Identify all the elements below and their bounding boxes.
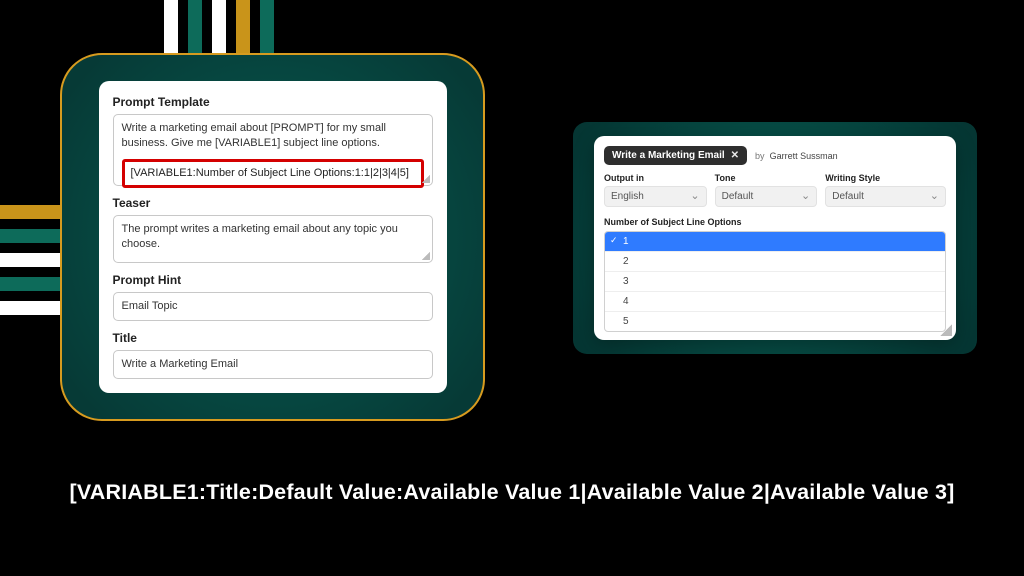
byline-prefix: by bbox=[755, 151, 765, 161]
tone-value: Default bbox=[722, 191, 754, 202]
prompt-runner-panel: Write a Marketing Email ✕ by Garrett Sus… bbox=[594, 136, 956, 340]
tone-label: Tone bbox=[715, 173, 818, 183]
teaser-text: The prompt writes a marketing email abou… bbox=[122, 223, 398, 250]
teaser-textarea[interactable]: The prompt writes a marketing email abou… bbox=[113, 215, 433, 263]
prompt-editor-panel: Prompt Template Write a marketing email … bbox=[99, 81, 447, 393]
prompt-editor-card: Prompt Template Write a marketing email … bbox=[60, 53, 485, 421]
output-in-label: Output in bbox=[604, 173, 707, 183]
byline: by Garrett Sussman bbox=[755, 151, 838, 161]
byline-author: Garrett Sussman bbox=[770, 151, 838, 161]
decor-stripes-top bbox=[164, 0, 324, 60]
teaser-label: Teaser bbox=[113, 196, 433, 210]
chip-row: Write a Marketing Email ✕ by Garrett Sus… bbox=[604, 146, 946, 165]
dropdown-item-2[interactable]: 2 bbox=[605, 252, 945, 272]
resize-handle-icon[interactable] bbox=[940, 324, 952, 336]
select-row: Output in English Tone Default Writing S… bbox=[604, 173, 946, 207]
dropdown-item-4[interactable]: 4 bbox=[605, 292, 945, 312]
active-prompt-chip-label: Write a Marketing Email bbox=[612, 150, 725, 161]
output-in-select[interactable]: English bbox=[604, 186, 707, 207]
writing-style-label: Writing Style bbox=[825, 173, 946, 183]
active-prompt-chip[interactable]: Write a Marketing Email ✕ bbox=[604, 146, 747, 165]
prompt-hint-input[interactable]: Email Topic bbox=[113, 292, 433, 321]
subject-line-options-dropdown[interactable]: 1 2 3 4 5 bbox=[604, 231, 946, 332]
prompt-hint-label: Prompt Hint bbox=[113, 273, 433, 287]
variable-definition-text: [VARIABLE1:Number of Subject Line Option… bbox=[131, 167, 409, 179]
dropdown-label: Number of Subject Line Options bbox=[604, 217, 946, 227]
variable-definition-highlight: [VARIABLE1:Number of Subject Line Option… bbox=[122, 159, 424, 188]
title-input[interactable]: Write a Marketing Email bbox=[113, 350, 433, 379]
prompt-template-label: Prompt Template bbox=[113, 95, 433, 109]
title-value: Write a Marketing Email bbox=[122, 358, 239, 370]
writing-style-select[interactable]: Default bbox=[825, 186, 946, 207]
dropdown-item-3[interactable]: 3 bbox=[605, 272, 945, 292]
output-in-value: English bbox=[611, 191, 644, 202]
dropdown-item-5[interactable]: 5 bbox=[605, 312, 945, 331]
dropdown-item-1[interactable]: 1 bbox=[605, 232, 945, 252]
prompt-runner-card: Write a Marketing Email ✕ by Garrett Sus… bbox=[573, 122, 977, 354]
prompt-hint-value: Email Topic bbox=[122, 300, 178, 312]
variable-syntax-example: [VARIABLE1:Title:Default Value:Available… bbox=[0, 480, 1024, 505]
tone-select[interactable]: Default bbox=[715, 186, 818, 207]
writing-style-value: Default bbox=[832, 191, 864, 202]
title-label: Title bbox=[113, 331, 433, 345]
prompt-template-textarea[interactable]: Write a marketing email about [PROMPT] f… bbox=[113, 114, 433, 186]
prompt-template-body: Write a marketing email about [PROMPT] f… bbox=[122, 122, 386, 149]
close-icon[interactable]: ✕ bbox=[731, 150, 739, 161]
